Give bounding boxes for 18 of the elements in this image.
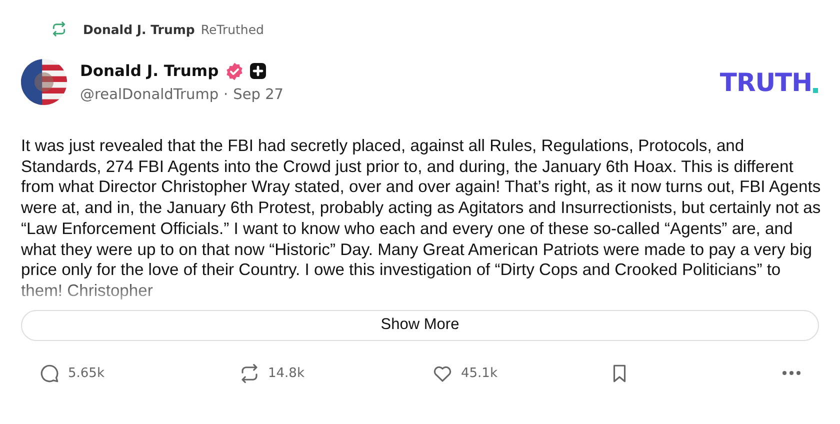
more-icon[interactable] (781, 369, 802, 378)
reposter-name[interactable]: Donald J. Trump (83, 22, 195, 36)
show-more-button[interactable]: Show More (21, 310, 819, 341)
action-count: 14.8k (268, 366, 304, 381)
post-text: It was just revealed that the FBI had secretly placed, against all Rules, Regulations, Protocols, and Standards, 274 FBI Agents into the Crowd just prior to, and during, the January 6th Hoax. This is different from what Director Christopher Wray stated, over and over again! That’s right, as it now turns out, FBI Agents were at, and in, the January 6th Protest, probably acting as Agitators and Insurrectionists, but certainly not as “Law Enforcement Officials.” I want to know who each and every one of these so-called “Agents” are, and what they were up to on that now “Historic” Day. Many Great American Patriots were made to pay a very big price only for the love of their Country. I owe this investigation of “Dirty Cops and Crooked Politicians” to them! Christopher (21, 136, 821, 302)
post-date[interactable]: Sep 27 (233, 86, 284, 102)
avatar[interactable] (21, 59, 67, 105)
plus-badge-icon (250, 63, 266, 79)
repost-icon (51, 21, 67, 37)
truth-logo: TRUTH (720, 70, 812, 94)
author-handle[interactable]: @realDonaldTrump (80, 86, 219, 102)
author-name[interactable]: Donald J. Trump (80, 62, 219, 80)
repost-icon[interactable] (239, 362, 260, 384)
retruth-label: ReTruthed (200, 22, 264, 36)
action-count: 5.65k (68, 366, 104, 381)
action-count: 45.1k (461, 366, 498, 381)
comment-icon[interactable] (39, 362, 60, 384)
separator-dot: · (224, 86, 228, 102)
